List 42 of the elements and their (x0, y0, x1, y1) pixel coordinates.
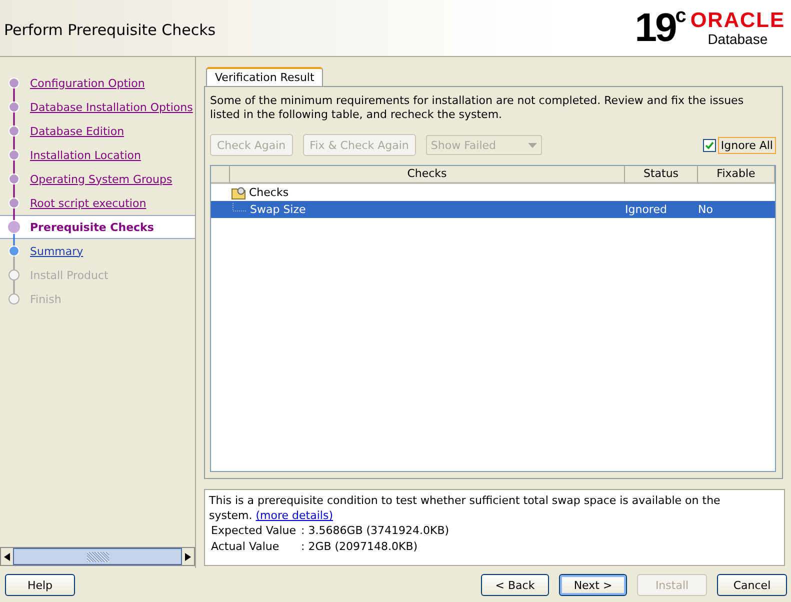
step-item[interactable]: Database Installation Options (0, 95, 195, 119)
status-text: Ignored (625, 203, 667, 216)
column-header[interactable]: Fixable (698, 166, 775, 184)
table-row[interactable]: Checks (211, 184, 775, 201)
ignore-all-checkbox[interactable] (702, 138, 716, 152)
footer-button[interactable]: Cancel (717, 574, 787, 596)
logo-product: Database (708, 30, 768, 46)
logo-brand: ORACLE (690, 10, 785, 30)
column-header[interactable]: Checks (230, 166, 625, 184)
column-header[interactable]: Status (625, 166, 698, 184)
grip-icon (86, 552, 108, 562)
field-value: : 2GB (2097148.0KB) (301, 539, 418, 555)
table-row[interactable]: Swap Size Ignored No (211, 201, 775, 218)
scroll-thumb[interactable] (13, 548, 182, 565)
message-text: Some of the minimum requirements for installation are not completed. Review and fix the issues listed in the following table, and recheck the system. (210, 94, 745, 122)
horizontal-scrollbar[interactable] (0, 547, 195, 566)
ignore-all-label[interactable]: Ignore All (718, 136, 776, 154)
details-text: This is a prerequisite condition to test whether sufficient total swap space is available on the system. (more details) (209, 493, 722, 523)
footer-button[interactable]: Help (5, 574, 75, 596)
footer-button[interactable]: < Back (481, 574, 549, 596)
step-item[interactable]: Summary (0, 239, 195, 263)
step-item[interactable]: Configuration Option (0, 71, 195, 95)
scroll-right-icon[interactable] (185, 552, 191, 560)
check-name: Checks (249, 186, 289, 199)
logo-version: 19$^{c}$ (634, 8, 684, 48)
field-label: Expected Value (211, 523, 298, 539)
field-label: Actual Value (211, 539, 280, 555)
current-step[interactable]: Prerequisite Checks (0, 215, 195, 239)
fixable-text: No (698, 203, 713, 216)
footer-button[interactable]: Next > (559, 574, 627, 596)
page-title: Perform Prerequisite Checks (4, 20, 216, 38)
more-details-link[interactable]: (more details) (256, 509, 333, 522)
scroll-left-icon[interactable] (4, 552, 10, 560)
step-item[interactable]: Installation Location (0, 143, 195, 167)
caret-icon (528, 142, 537, 148)
check-name: Swap Size (250, 203, 306, 216)
verification-tab[interactable]: Verification Result (206, 67, 324, 86)
step-item[interactable]: Operating System Groups (0, 167, 195, 191)
folder-icon (231, 186, 247, 200)
field-value: : 3.5686GB (3741924.0KB) (301, 523, 450, 539)
step-item[interactable]: Root script execution (0, 191, 195, 215)
step-item[interactable]: Database Edition (0, 119, 195, 143)
